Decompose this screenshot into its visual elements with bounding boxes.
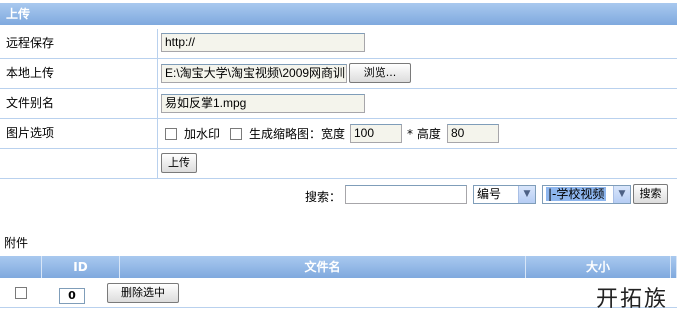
thumb-height-input[interactable]: 80: [447, 124, 499, 143]
row-remote-save: 远程保存 http://: [0, 29, 677, 59]
remote-save-cell: http://: [159, 29, 677, 58]
search-field-value: 编号: [477, 187, 502, 201]
select-column-header: [0, 256, 42, 278]
search-field-select[interactable]: 编号 ▼: [473, 185, 536, 204]
watermark-logo: 开拓族: [596, 287, 669, 312]
id-column-header: ID: [42, 256, 120, 278]
chevron-down-icon: ▼: [613, 186, 630, 203]
row-local-upload: 本地上传 E:\淘宝大学\淘宝视频\2009网商训 浏览...: [0, 59, 677, 89]
watermark-label: 加水印: [184, 127, 221, 141]
image-options-cell: 加水印 生成缩略图：宽度 100 * 高度 80: [159, 119, 677, 148]
file-alias-cell: 易如反掌1.mpg: [159, 89, 677, 118]
search-input[interactable]: [345, 185, 467, 204]
file-alias-label: 文件别名: [0, 89, 158, 118]
upload-header: 上传: [0, 3, 677, 25]
image-options-label: 图片选项: [0, 119, 158, 148]
header-edge: [671, 256, 677, 278]
id-value: 0: [59, 288, 85, 304]
submit-cell: 上传: [159, 149, 677, 178]
browse-button[interactable]: 浏览...: [349, 63, 411, 83]
search-label: 搜索：: [305, 190, 342, 204]
local-upload-cell: E:\淘宝大学\淘宝视频\2009网商训 浏览...: [159, 59, 677, 88]
delete-selected-button[interactable]: 删除选中: [107, 283, 179, 303]
search-button[interactable]: 搜索: [633, 184, 668, 204]
local-file-input[interactable]: E:\淘宝大学\淘宝视频\2009网商训: [161, 64, 347, 83]
category-value: |-学校视频: [546, 187, 607, 201]
filename-column-header: 文件名: [120, 256, 526, 278]
row-image-options: 图片选项 加水印 生成缩略图：宽度 100 * 高度 80: [0, 119, 677, 149]
size-column-header: 大小: [526, 256, 671, 278]
chevron-down-icon: ▼: [518, 186, 535, 203]
category-select[interactable]: |-学校视频 ▼: [542, 185, 631, 204]
row-file-alias: 文件别名 易如反掌1.mpg: [0, 89, 677, 119]
thumb-width-input[interactable]: 100: [350, 124, 402, 143]
local-upload-label: 本地上传: [0, 59, 158, 88]
watermark-checkbox[interactable]: [165, 128, 177, 140]
thumbnail-checkbox[interactable]: [230, 128, 242, 140]
file-alias-input[interactable]: 易如反掌1.mpg: [161, 94, 365, 113]
attachments-title: 附件: [4, 236, 29, 250]
select-all-checkbox[interactable]: [15, 287, 27, 299]
thumbnail-width-label: 生成缩略图：宽度: [249, 127, 346, 141]
upload-submit-button[interactable]: 上传: [161, 153, 197, 173]
table-row: 0 删除选中: [0, 278, 677, 308]
row-submit: 上传: [0, 149, 677, 179]
attachments-table: ID 文件名 大小 0 删除选中: [0, 256, 677, 313]
upload-panel: 上传 远程保存 http:// 本地上传 E:\淘宝大学\淘宝视频\2009网商…: [0, 0, 677, 180]
remote-save-input[interactable]: http://: [161, 33, 365, 52]
remote-save-label: 远程保存: [0, 29, 158, 58]
thumb-height-label: * 高度: [407, 127, 441, 141]
submit-row-spacer: [0, 149, 158, 178]
